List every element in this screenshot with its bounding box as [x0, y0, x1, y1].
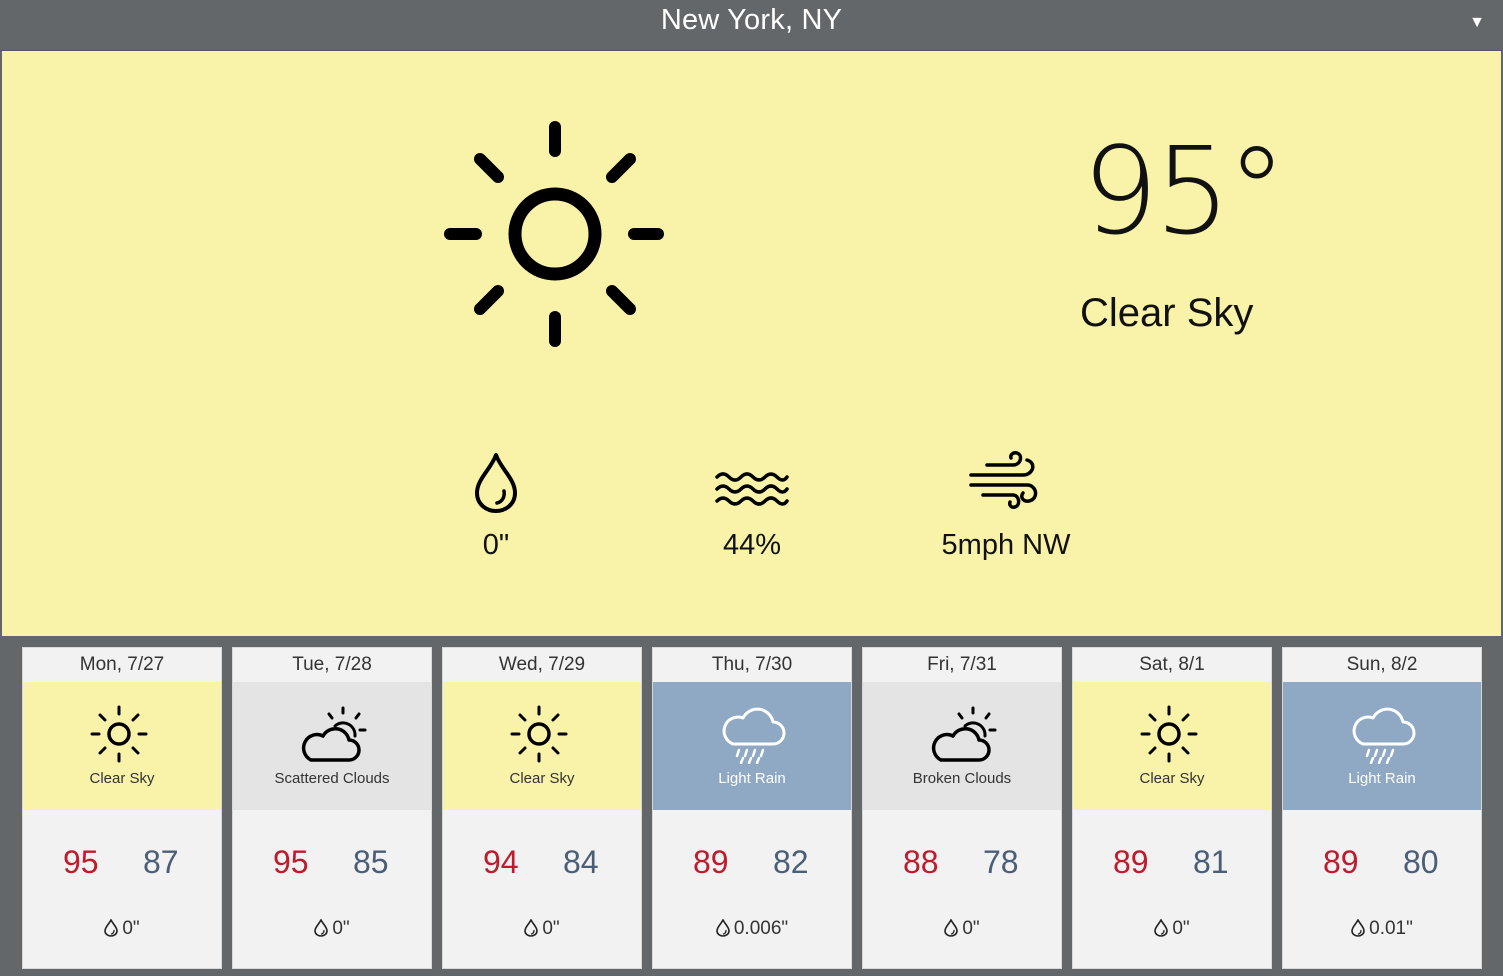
- forecast-low-temp: 85: [353, 844, 389, 880]
- forecast-low-temp: 81: [1193, 844, 1229, 880]
- forecast-precip-value: 0": [1172, 918, 1190, 939]
- forecast-condition-label: Clear Sky: [1139, 770, 1205, 787]
- location-dropdown-icon[interactable]: ▼: [1469, 14, 1485, 32]
- forecast-low-temp: 82: [773, 844, 809, 880]
- forecast-precip: 0.006": [653, 918, 851, 940]
- droplet-icon: [524, 918, 539, 937]
- forecast-condition-label: Broken Clouds: [912, 770, 1012, 787]
- forecast-card[interactable]: Mon, 7/27 Clear Sky 95 87 0": [22, 647, 222, 969]
- forecast-day: Wed, 7/29: [443, 648, 641, 682]
- forecast-day: Fri, 7/31: [863, 648, 1061, 682]
- forecast-precip: 0": [1073, 918, 1271, 940]
- droplet-icon: [314, 918, 329, 937]
- forecast-day: Tue, 7/28: [233, 648, 431, 682]
- forecast-precip: 0": [863, 918, 1061, 940]
- wind-icon: [969, 451, 1038, 509]
- current-temperature: 95°: [1082, 123, 1287, 262]
- forecast-temps: 89 82: [653, 844, 851, 884]
- forecast-temps: 95 87: [23, 844, 221, 884]
- forecast-card[interactable]: Sat, 8/1 Clear Sky 89 81 0": [1072, 647, 1272, 969]
- forecast-high-temp: 95: [273, 844, 309, 880]
- forecast-precip-value: 0": [122, 918, 140, 939]
- forecast-condition-panel: Broken Clouds: [863, 682, 1061, 810]
- forecast-low-temp: 87: [143, 844, 179, 880]
- precipitation-stat: 0": [416, 451, 576, 562]
- forecast-high-temp: 95: [63, 844, 99, 880]
- current-conditions-panel: 95° Clear Sky 0" 44% 5mph NW: [2, 51, 1501, 636]
- location-title: New York, NY: [660, 4, 843, 36]
- forecast-condition-label: Clear Sky: [89, 770, 155, 787]
- droplet-icon: [944, 918, 959, 937]
- forecast-condition-label: Clear Sky: [509, 770, 575, 787]
- droplet-icon: [1351, 918, 1365, 937]
- forecast-temps: 94 84: [443, 844, 641, 884]
- forecast-card[interactable]: Wed, 7/29 Clear Sky 94 84 0": [442, 647, 642, 969]
- forecast-day: Sun, 8/2: [1283, 648, 1481, 682]
- forecast-precip: 0": [233, 918, 431, 940]
- forecast-card[interactable]: Thu, 7/30 Light Rain 89 82 0.006": [652, 647, 852, 969]
- forecast-condition-label: Light Rain: [1348, 770, 1416, 787]
- forecast-precip: 0": [23, 918, 221, 940]
- forecast-condition-panel: Light Rain: [653, 682, 851, 810]
- forecast-card[interactable]: Tue, 7/28 Scattered Clouds 95 85 0": [232, 647, 432, 969]
- humidity-stat: 44%: [672, 451, 832, 562]
- forecast-day: Mon, 7/27: [23, 648, 221, 682]
- forecast-precip-value: 0.006": [733, 918, 789, 939]
- forecast-high-temp: 88: [903, 844, 939, 880]
- forecast-precip-value: 0.01": [1369, 918, 1413, 939]
- forecast-low-temp: 84: [563, 844, 599, 880]
- weather-app: New York, NY ▼ 95° Clear Sky 0" 44% 5mph…: [0, 0, 1503, 976]
- forecast-temps: 88 78: [863, 844, 1061, 884]
- forecast-condition-panel: Clear Sky: [443, 682, 641, 810]
- forecast-precip: 0": [443, 918, 641, 940]
- forecast-card[interactable]: Fri, 7/31 Broken Clouds 88 78 0": [862, 647, 1062, 969]
- wind-value: 5mph NW: [941, 529, 1071, 561]
- forecast-high-temp: 89: [1113, 844, 1149, 880]
- forecast-condition-panel: Scattered Clouds: [233, 682, 431, 810]
- header-bar: New York, NY ▼: [0, 0, 1503, 51]
- forecast-high-temp: 94: [483, 844, 519, 880]
- wind-stat: 5mph NW: [926, 451, 1086, 562]
- forecast-day: Sat, 8/1: [1073, 648, 1271, 682]
- droplet-icon: [1154, 918, 1169, 937]
- forecast-low-temp: 78: [983, 844, 1019, 880]
- sun-icon: [444, 121, 664, 347]
- forecast-low-temp: 80: [1403, 844, 1439, 880]
- humidity-waves-icon: [715, 472, 789, 506]
- forecast-high-temp: 89: [693, 844, 729, 880]
- current-condition: Clear Sky: [1080, 291, 1254, 335]
- droplet-icon: [716, 918, 730, 937]
- forecast-temps: 89 81: [1073, 844, 1271, 884]
- forecast-card[interactable]: Sun, 8/2 Light Rain 89 80 0.01": [1282, 647, 1482, 969]
- forecast-precip: 0.01": [1283, 918, 1481, 940]
- forecast-condition-label: Light Rain: [718, 770, 786, 787]
- forecast-precip-value: 0": [542, 918, 560, 939]
- droplet-icon: [475, 453, 517, 513]
- forecast-condition-label: Scattered Clouds: [274, 770, 390, 787]
- forecast-temps: 89 80: [1283, 844, 1481, 884]
- forecast-condition-panel: Clear Sky: [1073, 682, 1271, 810]
- droplet-icon: [104, 918, 119, 937]
- forecast-day: Thu, 7/30: [653, 648, 851, 682]
- forecast-precip-value: 0": [962, 918, 980, 939]
- forecast-high-temp: 89: [1323, 844, 1359, 880]
- precipitation-value: 0": [482, 529, 510, 561]
- forecast-temps: 95 85: [233, 844, 431, 884]
- forecast-condition-panel: Light Rain: [1283, 682, 1481, 810]
- forecast-precip-value: 0": [332, 918, 350, 939]
- forecast-condition-panel: Clear Sky: [23, 682, 221, 810]
- humidity-value: 44%: [722, 529, 782, 561]
- forecast-strip: Mon, 7/27 Clear Sky 95 87 0" Tue, 7/28 Scatter…: [0, 637, 1503, 976]
